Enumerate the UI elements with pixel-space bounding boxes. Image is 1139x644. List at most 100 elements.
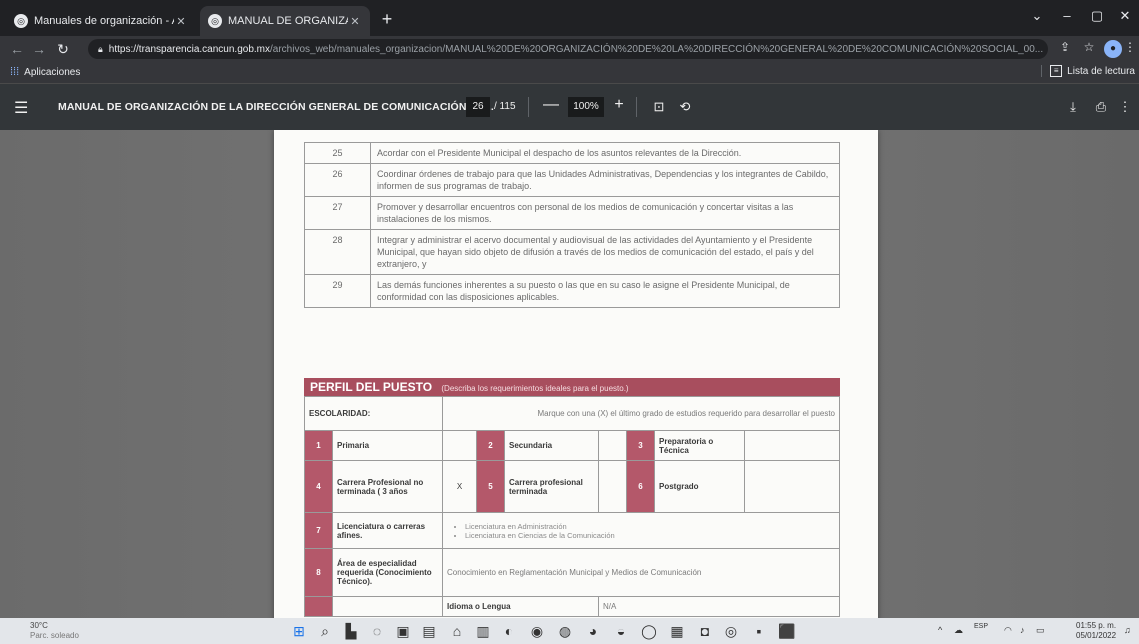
- chat-icon[interactable]: ◌: [368, 622, 386, 640]
- app-icon[interactable]: ▪: [750, 622, 768, 640]
- minimize-icon[interactable]: –: [1052, 8, 1082, 23]
- chevron-up-icon[interactable]: ^: [938, 625, 942, 635]
- menu-dots-icon[interactable]: ⋮: [1124, 40, 1136, 58]
- system-clock[interactable]: 01:55 p. m. 05/01/2022: [1076, 621, 1116, 641]
- back-icon[interactable]: ←: [8, 40, 26, 58]
- volume-icon[interactable]: ♪: [1020, 625, 1025, 635]
- chrome-icon[interactable]: ◉: [528, 622, 546, 640]
- level-number: 2: [476, 430, 505, 461]
- language-indicator[interactable]: ESP: [974, 623, 988, 630]
- windows-start-icon[interactable]: ⊞: [290, 622, 308, 640]
- idioma-number: [304, 596, 333, 617]
- share-icon[interactable]: ⇪: [1056, 40, 1074, 58]
- apps-label: Aplicaciones: [24, 66, 81, 78]
- tab-search-icon[interactable]: ⌄: [1022, 8, 1052, 24]
- pdf-page: 25 Acordar con el Presidente Municipal e…: [274, 130, 878, 618]
- battery-icon[interactable]: ▭: [1036, 625, 1045, 636]
- url-input[interactable]: 🔒︎ https://transparencia.cancun.gob.mx /…: [88, 39, 1048, 59]
- word-icon[interactable]: ▥: [474, 622, 492, 640]
- reload-icon[interactable]: ↻: [54, 40, 72, 58]
- app-icon[interactable]: ◎: [722, 622, 740, 640]
- close-icon[interactable]: ✕: [348, 15, 362, 28]
- lock-icon: 🔒︎: [98, 43, 103, 54]
- profile-avatar[interactable]: ●: [1104, 40, 1122, 58]
- pdf-viewer-area[interactable]: 25 Acordar con el Presidente Municipal e…: [0, 130, 1139, 618]
- clock-time: 01:55 p. m.: [1076, 621, 1117, 630]
- level-number: 6: [626, 460, 655, 513]
- apps-bookmark[interactable]: ⁞⁞⁞ Aplicaciones: [10, 66, 80, 78]
- store-icon[interactable]: ⌂: [448, 622, 466, 640]
- function-text: Acordar con el Presidente Municipal el d…: [370, 142, 840, 164]
- tab-strip: ◎ Manuales de organización - Ayu ✕ ◎ MAN…: [0, 0, 1139, 36]
- level-label: Primaria: [332, 430, 443, 461]
- perfil-header: PERFIL DEL PUESTO (Describa los requerim…: [304, 378, 840, 396]
- app-icon[interactable]: ◯: [640, 622, 658, 640]
- clock-date: 05/01/2022: [1076, 631, 1117, 640]
- function-number: 27: [304, 196, 371, 230]
- perfil-table: ESCOLARIDAD: Marque con una (X) el últim…: [304, 396, 840, 617]
- hamburger-menu-icon[interactable]: ☰: [14, 98, 28, 118]
- level-number: 5: [476, 460, 505, 513]
- table-row: Idioma o Lengua N/A: [304, 596, 840, 617]
- bookmark-star-icon[interactable]: ☆: [1080, 40, 1098, 58]
- level-mark: [598, 430, 627, 461]
- search-icon[interactable]: ⌕: [316, 622, 334, 640]
- function-number: 29: [304, 274, 371, 308]
- tab-manual-pdf[interactable]: ◎ MANUAL DE ORGANIZACION DI ✕: [200, 6, 370, 36]
- table-row: 28 Integrar y administrar el acervo docu…: [304, 229, 840, 275]
- rotate-icon[interactable]: ⟲: [676, 99, 694, 115]
- new-tab-button[interactable]: +: [376, 10, 398, 30]
- function-text: Coordinar órdenes de trabajo para que la…: [370, 163, 840, 197]
- print-icon[interactable]: ⎙: [1092, 99, 1110, 115]
- page-number-input[interactable]: 26: [466, 97, 490, 117]
- close-icon[interactable]: ✕: [174, 15, 188, 28]
- file-explorer-icon[interactable]: ▤: [420, 622, 438, 640]
- acrobat-icon[interactable]: ⬛: [778, 622, 796, 640]
- globe-icon: ◎: [208, 14, 222, 28]
- more-options-icon[interactable]: ⋮: [1118, 99, 1132, 115]
- function-number: 25: [304, 142, 371, 164]
- cloud-icon[interactable]: ☁: [954, 625, 963, 636]
- level-mark: [744, 430, 840, 461]
- app-icon[interactable]: ◍: [556, 622, 574, 640]
- function-text: Promover y desarrollar encuentros con pe…: [370, 196, 840, 230]
- url-path: /archivos_web/manuales_organizacion/MANU…: [270, 43, 1044, 55]
- level-label: Carrera profesional terminada: [504, 460, 599, 513]
- idioma-blank: [332, 596, 443, 617]
- level-number: 1: [304, 430, 333, 461]
- app-icon[interactable]: ◒: [612, 622, 630, 640]
- escolaridad-label: ESCOLARIDAD:: [304, 396, 443, 431]
- especialidad-number: 8: [304, 548, 333, 597]
- reading-list-button[interactable]: ≡ Lista de lectura: [1041, 65, 1135, 77]
- taskbar: 30°C Parc. soleado ⊞ ⌕ ▙ ◌ ▣ ▤ ⌂ ▥ ◐ ◉ ◍…: [0, 618, 1139, 644]
- maximize-icon[interactable]: ▢: [1082, 8, 1112, 24]
- window-close-icon[interactable]: ✕: [1110, 8, 1139, 24]
- level-label: Preparatoria o Técnica: [654, 430, 745, 461]
- function-number: 26: [304, 163, 371, 197]
- weather-widget[interactable]: 30°C Parc. soleado: [30, 621, 79, 641]
- especialidad-value: Conocimiento en Reglamentación Municipal…: [442, 548, 840, 597]
- app-icon[interactable]: ▦: [668, 622, 686, 640]
- wifi-icon[interactable]: ◠: [1004, 625, 1012, 636]
- edge-icon[interactable]: ◐: [500, 622, 518, 640]
- zoom-in-button[interactable]: +: [610, 96, 628, 114]
- perfil-heading: PERFIL DEL PUESTO: [310, 380, 433, 394]
- notifications-icon[interactable]: ♫: [1124, 625, 1131, 635]
- page-total: / 115: [494, 101, 516, 112]
- licenciatura-number: 7: [304, 512, 333, 549]
- pdf-toolbar: ☰ MANUAL DE ORGANIZACIÓN DE LA DIRECCIÓN…: [0, 84, 1139, 130]
- zoom-input[interactable]: 100%: [568, 97, 604, 117]
- download-icon[interactable]: ⤓: [1064, 99, 1082, 115]
- tab-manuales[interactable]: ◎ Manuales de organización - Ayu ✕: [6, 6, 196, 36]
- task-view-icon[interactable]: ▙: [342, 622, 360, 640]
- widgets-icon[interactable]: ▣: [394, 622, 412, 640]
- zoom-out-button[interactable]: —: [542, 96, 560, 114]
- app-icon[interactable]: ◕: [584, 622, 602, 640]
- app-icon[interactable]: ◘: [696, 622, 714, 640]
- level-number: 4: [304, 460, 333, 513]
- idioma-label: Idioma o Lengua: [442, 596, 599, 617]
- level-mark: [442, 430, 477, 461]
- forward-icon[interactable]: →: [30, 40, 48, 58]
- fit-page-icon[interactable]: ⊡: [650, 99, 668, 115]
- table-row: 27 Promover y desarrollar encuentros con…: [304, 196, 840, 230]
